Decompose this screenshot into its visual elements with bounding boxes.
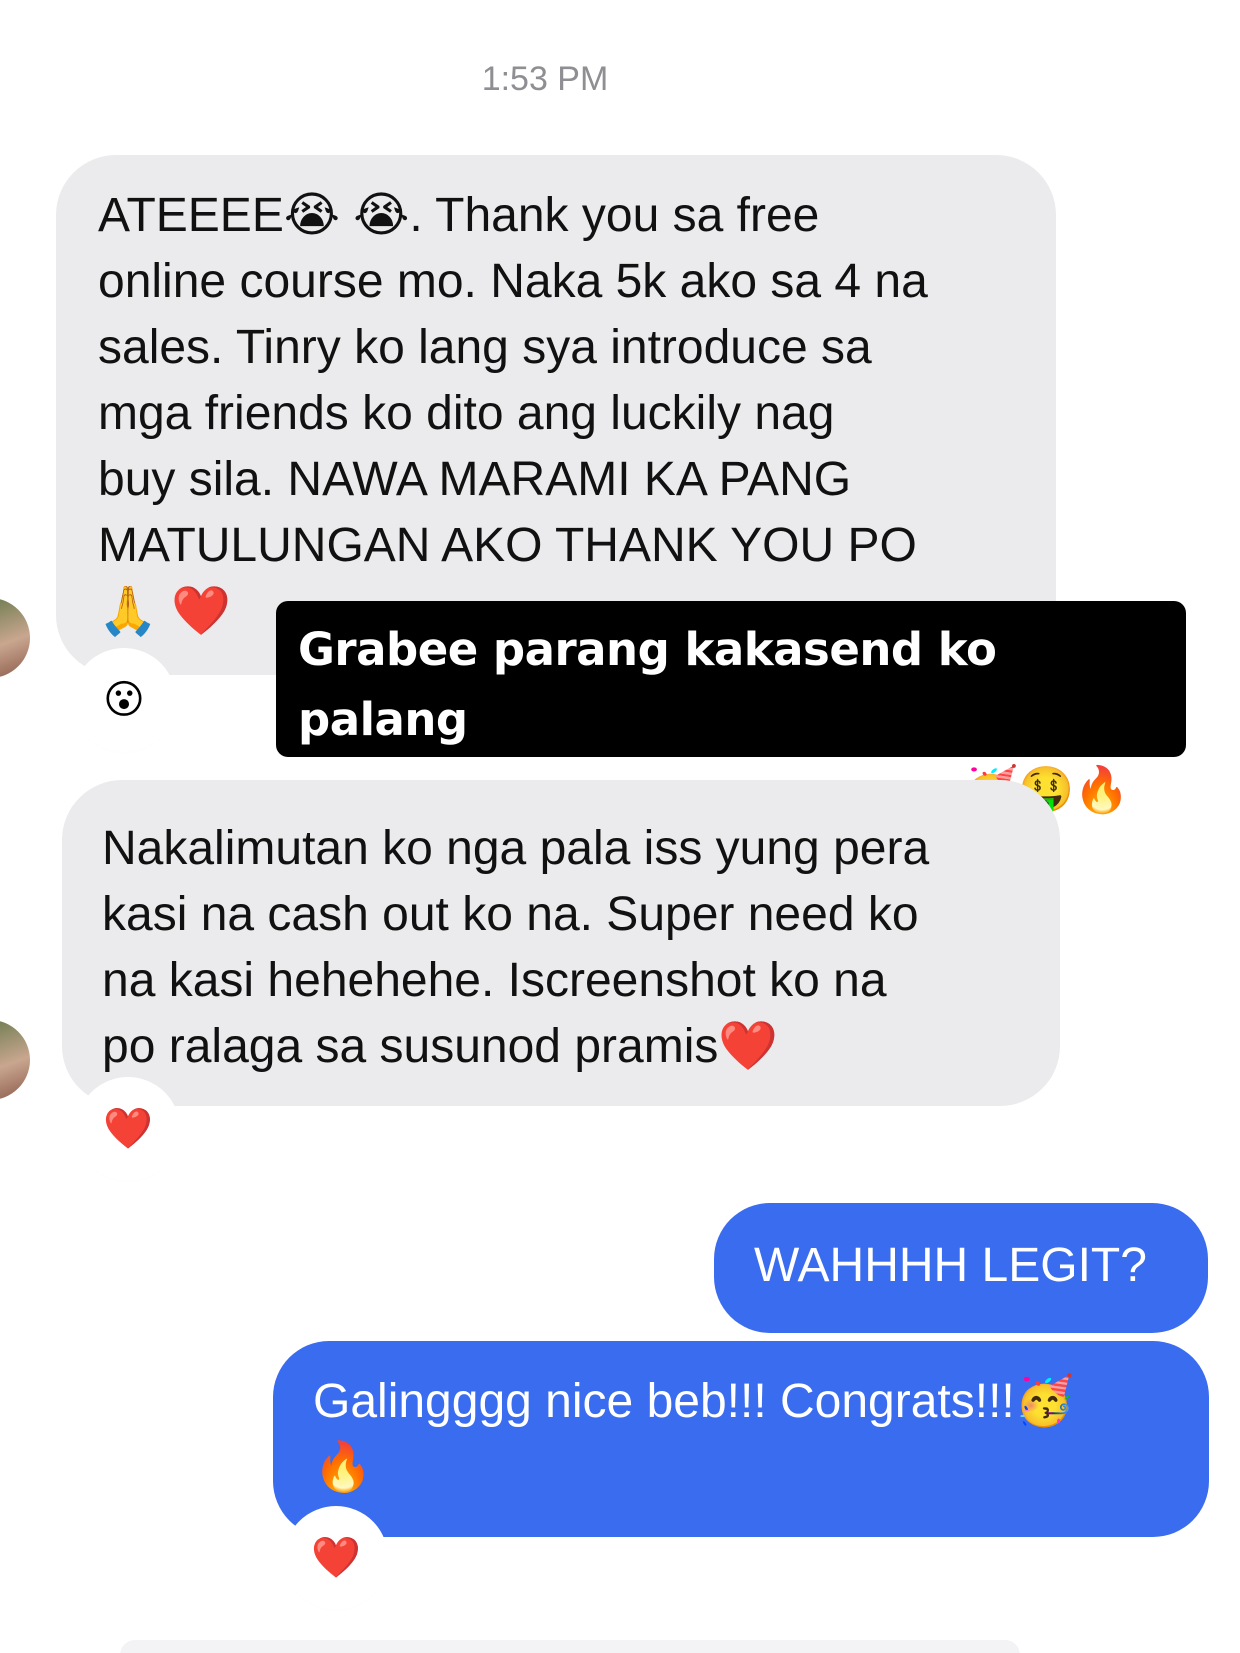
red-heart-icon: ❤️ (103, 1106, 153, 1152)
message-reaction[interactable]: ❤️ (290, 1512, 382, 1604)
next-message-edge (120, 1640, 1020, 1653)
overlay-caption: Grabee parang kakasend ko palang ng acce… (276, 601, 1186, 816)
surprised-face-icon: 😮 (103, 677, 145, 723)
incoming-message-bubble[interactable]: Nakalimutan ko nga pala iss yung pera ka… (62, 780, 1060, 1106)
contact-avatar[interactable] (0, 598, 30, 678)
chat-screen: 1:53 PM ATEEEE😭 😭. Thank you sa free onl… (0, 0, 1240, 1653)
contact-avatar[interactable] (0, 1020, 30, 1100)
message-reaction[interactable]: ❤️ (82, 1083, 174, 1175)
outgoing-message-bubble[interactable]: Galingggg nice beb!!! Congrats!!!🥳 🔥 (273, 1341, 1209, 1537)
message-timestamp: 1:53 PM (481, 60, 609, 98)
outgoing-message-bubble[interactable]: WAHHHH LEGIT? (714, 1203, 1208, 1333)
red-heart-icon: ❤️ (311, 1535, 361, 1581)
incoming-message-bubble[interactable]: ATEEEE😭 😭. Thank you sa free online cour… (56, 155, 1056, 675)
message-reaction[interactable]: 😮 (78, 654, 170, 746)
